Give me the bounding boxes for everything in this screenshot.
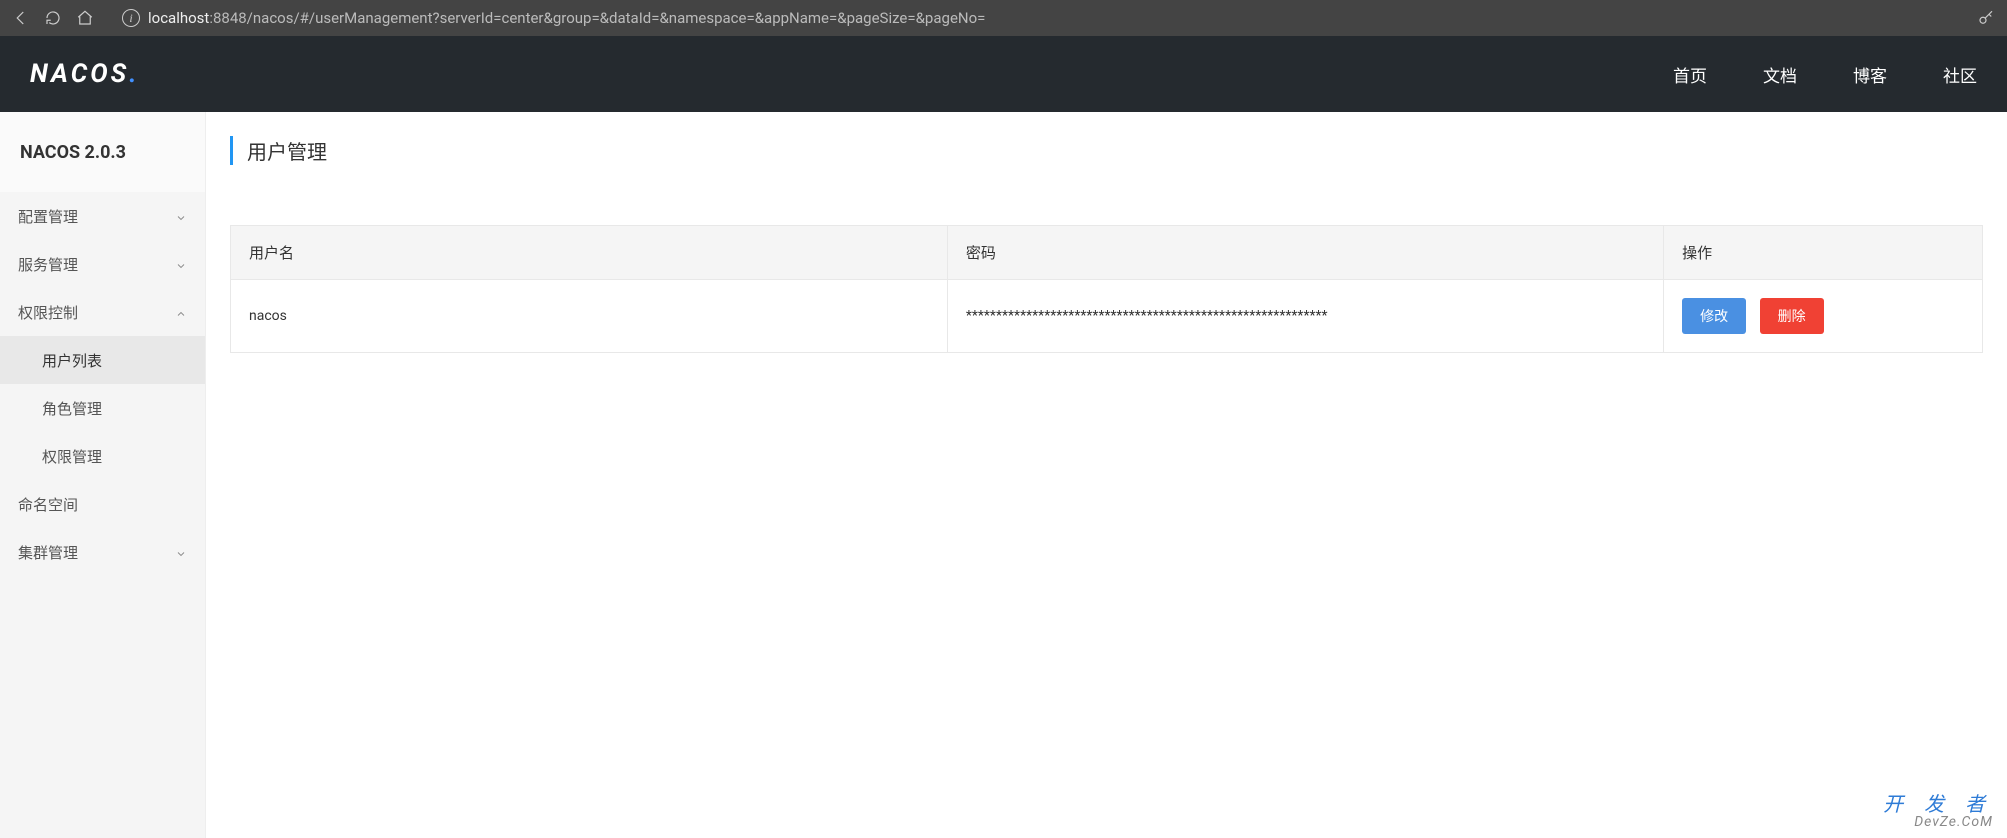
cell-username: nacos xyxy=(231,280,947,353)
watermark-line2: DevZe.CoM xyxy=(1883,815,1993,830)
menu-config-label: 配置管理 xyxy=(18,206,78,227)
menu-auth-label: 权限控制 xyxy=(18,302,78,323)
col-username: 用户名 xyxy=(231,226,947,280)
chevron-down-icon xyxy=(175,546,187,558)
menu-cluster[interactable]: 集群管理 xyxy=(0,528,205,576)
url-text: localhost:8848/nacos/#/userManagement?se… xyxy=(148,9,985,27)
main-content: 用户管理 用户名 密码 操作 nacos *******************… xyxy=(206,112,2007,838)
table-row: nacos **********************************… xyxy=(231,280,1982,353)
sidebar-title: NACOS 2.0.3 xyxy=(0,112,205,192)
logo: NACOS. xyxy=(30,59,140,89)
menu-namespace-label: 命名空间 xyxy=(18,494,78,515)
page-title: 用户管理 xyxy=(230,136,2007,165)
edit-button[interactable]: 修改 xyxy=(1682,298,1746,334)
menu-auth[interactable]: 权限控制 xyxy=(0,288,205,336)
delete-button[interactable]: 删除 xyxy=(1760,298,1824,334)
top-nav: 首页 文档 博客 社区 xyxy=(1673,62,1977,87)
chevron-up-icon xyxy=(175,306,187,318)
cell-password: ****************************************… xyxy=(947,280,1663,353)
submenu-roles[interactable]: 角色管理 xyxy=(0,384,205,432)
nav-home[interactable]: 首页 xyxy=(1673,62,1707,87)
chevron-down-icon xyxy=(175,210,187,222)
home-icon[interactable] xyxy=(76,9,94,27)
back-icon[interactable] xyxy=(12,9,30,27)
cell-operation: 修改 删除 xyxy=(1664,280,1982,353)
info-icon[interactable]: i xyxy=(122,9,140,27)
menu-namespace[interactable]: 命名空间 xyxy=(0,480,205,528)
key-icon[interactable] xyxy=(1977,9,1995,27)
menu-service[interactable]: 服务管理 xyxy=(0,240,205,288)
submenu-perms[interactable]: 权限管理 xyxy=(0,432,205,480)
browser-address-bar: i localhost:8848/nacos/#/userManagement?… xyxy=(0,0,2007,36)
col-password: 密码 xyxy=(947,226,1663,280)
menu-cluster-label: 集群管理 xyxy=(18,542,78,563)
menu-config[interactable]: 配置管理 xyxy=(0,192,205,240)
watermark-line1: 开 发 者 xyxy=(1883,793,1993,815)
nav-docs[interactable]: 文档 xyxy=(1763,62,1797,87)
watermark: 开 发 者 DevZe.CoM xyxy=(1883,793,1993,830)
submenu-users[interactable]: 用户列表 xyxy=(0,336,205,384)
nav-blog[interactable]: 博客 xyxy=(1853,62,1887,87)
col-operation: 操作 xyxy=(1664,226,1982,280)
submenu-auth: 用户列表 角色管理 权限管理 xyxy=(0,336,205,480)
app-header: NACOS. 首页 文档 博客 社区 xyxy=(0,36,2007,112)
chevron-down-icon xyxy=(175,258,187,270)
sidebar: NACOS 2.0.3 配置管理 服务管理 权限控制 用户列表 角色管理 权限管… xyxy=(0,112,206,838)
user-table: 用户名 密码 操作 nacos ************************… xyxy=(230,225,1983,353)
nav-community[interactable]: 社区 xyxy=(1943,62,1977,87)
refresh-icon[interactable] xyxy=(44,9,62,27)
menu-service-label: 服务管理 xyxy=(18,254,78,275)
